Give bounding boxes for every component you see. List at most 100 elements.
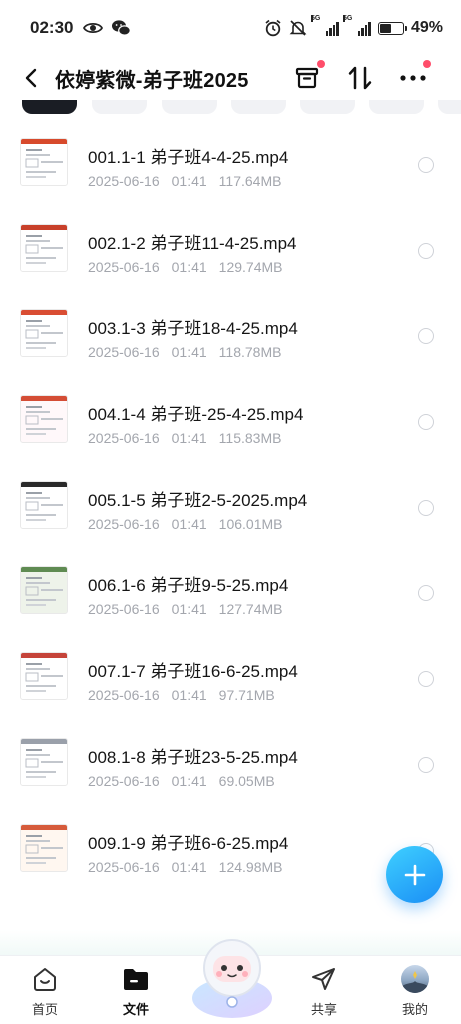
- file-name: 003.1-3 弟子班18-4-25.mp4: [88, 319, 298, 339]
- back-arrow-icon: [25, 68, 37, 88]
- file-size: 69.05MB: [218, 772, 275, 789]
- file-row[interactable]: 001.1-1 弟子班4-4-25.mp4 2025-06-16 01:41 117.…: [0, 116, 461, 202]
- file-date: 2025-06-16: [88, 258, 160, 275]
- file-name: 009.1-9 弟子班6-6-25.mp4: [88, 833, 289, 853]
- file-meta: 2025-06-16 01:41 129.74MB: [88, 259, 283, 275]
- filter-tab[interactable]: [231, 100, 286, 114]
- add-button[interactable]: [386, 846, 443, 903]
- file-size: 129.74MB: [218, 258, 283, 275]
- eye-icon: [83, 22, 104, 34]
- wechat-icon: [112, 20, 132, 36]
- file-meta: 2025-06-16 01:41 117.64MB: [88, 173, 281, 189]
- file-name: 004.1-4 弟子班-25-4-25.mp4: [88, 405, 304, 425]
- video-thumbnail: [20, 223, 68, 272]
- file-time: 01:41: [171, 601, 207, 618]
- file-date: 2025-06-16: [88, 344, 160, 361]
- page-title: 依婷紫微-弟子班2025: [55, 70, 249, 92]
- select-radio[interactable]: [418, 671, 434, 688]
- tab-label: 文件: [122, 1002, 149, 1017]
- signal-icon-2: 5G: [342, 15, 371, 36]
- filter-tab[interactable]: [162, 100, 217, 114]
- assistant-mascot-button[interactable]: [186, 928, 278, 1020]
- file-meta: 2025-06-16 01:41 69.05MB: [88, 773, 275, 789]
- filter-tabs: [0, 100, 461, 116]
- battery-icon: [377, 21, 407, 35]
- notification-dot: [423, 60, 431, 68]
- file-row[interactable]: 002.1-2 弟子班11-4-25.mp4 2025-06-16 01:41 129…: [0, 202, 461, 288]
- filter-tab[interactable]: [300, 100, 355, 114]
- back-button[interactable]: [18, 65, 44, 91]
- plus-icon: [404, 864, 425, 885]
- file-row[interactable]: 007.1-7 弟子班16-6-25.mp4 2025-06-16 01:41 97.…: [0, 630, 461, 716]
- filter-tab[interactable]: [369, 100, 424, 114]
- file-size: 97.71MB: [218, 687, 275, 704]
- status-time: 02:30: [30, 18, 74, 37]
- file-size: 115.83MB: [218, 430, 282, 447]
- file-date: 2025-06-16: [88, 687, 160, 704]
- more-button[interactable]: [398, 60, 431, 93]
- file-date: 2025-06-16: [88, 858, 160, 875]
- file-time: 01:41: [171, 515, 207, 532]
- filter-tab[interactable]: [438, 100, 461, 114]
- file-meta: 2025-06-16 01:41 127.74MB: [88, 601, 283, 617]
- file-row[interactable]: 008.1-8 弟子班23-5-25.mp4 2025-06-16 01:41 69.…: [0, 716, 461, 802]
- tab-label: 首页: [31, 1002, 58, 1017]
- file-list: 001.1-1 弟子班4-4-25.mp4 2025-06-16 01:41 117.…: [0, 116, 461, 887]
- video-thumbnail: [20, 138, 68, 186]
- file-size: 127.74MB: [218, 601, 283, 618]
- archive-button[interactable]: [292, 60, 325, 93]
- select-radio[interactable]: [418, 157, 434, 173]
- archive-icon: [295, 67, 319, 89]
- filter-tab[interactable]: [92, 100, 147, 114]
- file-date: 2025-06-16: [88, 772, 160, 789]
- select-radio[interactable]: [418, 328, 434, 345]
- filter-tab[interactable]: [22, 100, 77, 114]
- header: 依婷紫微-弟子班2025: [0, 56, 461, 100]
- file-row[interactable]: 004.1-4 弟子班-25-4-25.mp4 2025-06-16 01:41 11…: [0, 373, 461, 459]
- more-icon: [400, 75, 426, 81]
- file-meta: 2025-06-16 01:41 106.01MB: [88, 516, 283, 532]
- file-name: 001.1-1 弟子班4-4-25.mp4: [88, 148, 289, 167]
- send-icon: [312, 968, 335, 990]
- video-thumbnail: [20, 395, 68, 444]
- file-date: 2025-06-16: [88, 173, 160, 189]
- file-time: 01:41: [171, 858, 207, 875]
- file-date: 2025-06-16: [88, 601, 160, 618]
- file-name: 008.1-8 弟子班23-5-25.mp4: [88, 747, 298, 767]
- select-radio[interactable]: [418, 242, 434, 259]
- select-radio[interactable]: [418, 414, 434, 431]
- file-meta: 2025-06-16 01:41 97.71MB: [88, 687, 275, 703]
- file-size: 117.64MB: [218, 173, 282, 189]
- tab-home[interactable]: 首页: [9, 960, 81, 1022]
- file-name: 005.1-5 弟子班2-5-2025.mp4: [88, 490, 308, 510]
- tab-files[interactable]: 文件: [100, 960, 172, 1022]
- tab-share[interactable]: 共享: [288, 960, 360, 1022]
- file-name: 007.1-7 弟子班16-6-25.mp4: [88, 662, 298, 682]
- video-thumbnail: [20, 566, 68, 615]
- video-thumbnail: [20, 823, 68, 872]
- file-date: 2025-06-16: [88, 430, 160, 447]
- file-time: 01:41: [171, 687, 207, 704]
- alarm-icon: [265, 19, 281, 37]
- file-size: 118.78MB: [218, 344, 282, 361]
- tab-me[interactable]: 我的: [379, 960, 451, 1022]
- select-radio[interactable]: [418, 585, 434, 602]
- file-time: 01:41: [171, 430, 207, 447]
- file-time: 01:41: [171, 258, 207, 275]
- sort-button[interactable]: [345, 63, 375, 93]
- tab-label: 共享: [310, 1002, 337, 1017]
- mute-bell-icon: [289, 20, 307, 36]
- file-time: 01:41: [171, 344, 207, 361]
- video-thumbnail: [20, 737, 68, 786]
- file-row[interactable]: 003.1-3 弟子班18-4-25.mp4 2025-06-16 01:41 118…: [0, 287, 461, 373]
- folder-icon: [124, 969, 148, 990]
- select-radio[interactable]: [418, 499, 434, 516]
- home-icon: [34, 968, 56, 991]
- file-row[interactable]: 005.1-5 弟子班2-5-2025.mp4 2025-06-16 01:41 10…: [0, 459, 461, 545]
- file-name: 002.1-2 弟子班11-4-25.mp4: [88, 233, 297, 253]
- tab-label: 我的: [401, 1002, 428, 1017]
- file-date: 2025-06-16: [88, 515, 160, 532]
- file-row[interactable]: 006.1-6 弟子班9-5-25.mp4 2025-06-16 01:41 127.…: [0, 544, 461, 630]
- select-radio[interactable]: [418, 756, 434, 773]
- signal-icon-1: 5G: [310, 15, 339, 36]
